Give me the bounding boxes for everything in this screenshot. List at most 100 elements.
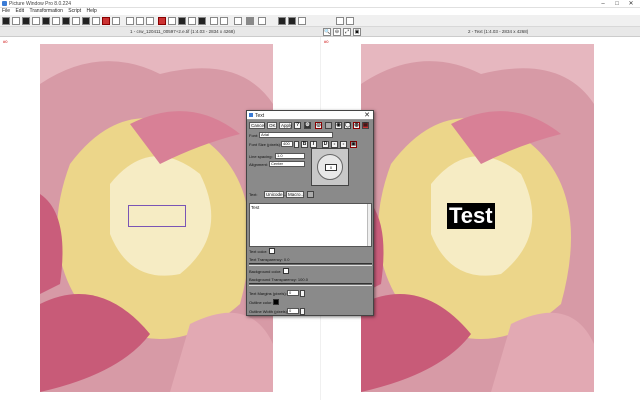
target-icon[interactable]: ◉ [335,122,342,129]
align-center-icon[interactable]: ≡ [340,141,347,148]
font-size-stepper[interactable] [294,141,299,148]
tile-icon[interactable] [258,17,266,25]
line-spacing-select[interactable]: 1.0 [275,153,305,159]
disabled-icon [325,122,332,129]
bold-button[interactable]: B [301,141,308,148]
menu-file[interactable]: File [0,8,12,15]
dialog-icon [249,113,253,117]
dialog-title: Text [255,113,265,119]
paste-icon[interactable] [62,17,70,25]
help-button[interactable]: ? [294,122,301,129]
zoom-icon[interactable] [178,17,186,25]
view-single-icon[interactable] [278,17,286,25]
mask-icon[interactable] [198,17,206,25]
angle-dial[interactable]: 0 [311,148,349,186]
page2-icon[interactable] [136,17,144,25]
fit-icon[interactable]: ⤢ [343,28,351,36]
color-icon[interactable] [246,17,254,25]
title-bar: Picture Window Pro 8.0.224 – □ ✕ [0,0,640,8]
right-pane-caption: 2 - Text (1:4.03 - 2834 x 4268) [468,29,529,34]
record-icon[interactable]: ▤ [362,122,369,129]
font-select[interactable]: Arial [259,132,333,138]
text-color-swatch[interactable] [269,248,275,254]
text-margins-label: Text Margins (pixels): [249,291,287,296]
page3-icon[interactable] [146,17,154,25]
text-transparency-label: Text Transparency: 0.0 [249,257,290,262]
zoom-in-icon[interactable]: 🔍 [323,28,331,36]
menu-help[interactable]: Help [84,8,98,15]
unicode-button[interactable]: Unicode... [264,191,286,198]
outline-width-stepper[interactable] [300,308,305,315]
align-right-icon[interactable]: ▣ [350,141,357,148]
view-dual-icon[interactable] [288,17,296,25]
ok-button[interactable]: OK [267,122,277,129]
cancel-button[interactable]: Cancel [249,122,265,129]
minimize-button[interactable]: – [596,0,610,8]
text-dialog: Text ✕ Cancel OK Apply ? ⚙ ◎ ◉ ◯ ◍ ▤ Fon… [246,110,374,316]
arrange-icon[interactable] [336,17,344,25]
app-icon [2,1,7,6]
hand-icon[interactable] [188,17,196,25]
info-icon[interactable] [82,17,90,25]
menu-script[interactable]: Script [66,8,83,15]
window-title: Picture Window Pro 8.0.224 [9,1,71,7]
open-icon[interactable] [12,17,20,25]
macro-button[interactable]: Macro... [286,191,304,198]
maximize-button[interactable]: □ [610,0,624,8]
heart-icon[interactable] [102,17,110,25]
insert-icon[interactable] [307,191,314,198]
d-button[interactable]: D [322,141,329,148]
angle-value[interactable]: 0 [325,164,337,171]
print-icon[interactable] [32,17,40,25]
text-input-value[interactable]: Test [251,205,259,210]
toolbar [0,15,640,27]
dialog-title-bar: Text ✕ [247,111,373,120]
grid-icon[interactable] [42,17,50,25]
text-scrollbar[interactable] [367,204,371,246]
alignment-select[interactable]: Center [269,161,305,167]
add-icon[interactable] [92,17,100,25]
crop-icon[interactable] [158,17,166,25]
font-size-input[interactable]: 400 [281,141,293,147]
text-color-label: Text color: [249,249,268,254]
outline-width-input[interactable]: 0 [287,308,299,314]
layer-icon[interactable] [210,17,218,25]
text-margins-input[interactable]: 0 [287,290,299,296]
settings-icon[interactable]: ⚙ [304,122,311,129]
selection-rectangle[interactable] [128,205,186,227]
text-label: Text: [249,192,258,197]
reset-icon[interactable]: ◍ [353,122,360,129]
dialog-close-icon[interactable]: ✕ [364,111,370,120]
text-margins-stepper[interactable] [300,290,305,297]
menu-edit[interactable]: Edit [13,8,26,15]
new-icon[interactable] [2,17,10,25]
delete-icon[interactable] [72,17,80,25]
histogram-icon[interactable] [234,17,242,25]
menu-transformation[interactable]: Transformation [27,8,64,15]
right-pane-index: #0 [324,39,329,44]
italic-button[interactable]: I [310,141,317,148]
page-icon[interactable] [126,17,134,25]
close-button[interactable]: ✕ [624,0,638,8]
outline-color-swatch[interactable] [273,299,279,305]
rotate-icon[interactable] [168,17,176,25]
layer2-icon[interactable] [220,17,228,25]
circle-icon[interactable]: ◯ [344,122,351,129]
rendered-text-overlay: Test [447,203,495,229]
save-icon[interactable] [22,17,30,25]
view-quad-icon[interactable] [298,17,306,25]
background-transparency-slider[interactable] [249,283,372,286]
zoom-out-icon[interactable]: ⊖ [333,28,341,36]
actual-size-icon[interactable]: ▣ [353,28,361,36]
text-transparency-slider[interactable] [249,263,372,266]
align-left-icon[interactable]: ≡ [331,141,338,148]
help-icon[interactable] [112,17,120,25]
text-input-area[interactable]: Test [249,203,372,247]
apply-button[interactable]: Apply [279,122,292,129]
alignment-label: Alignment: [249,162,268,167]
copy-icon[interactable] [52,17,60,25]
background-color-swatch[interactable] [283,268,289,274]
window-icon[interactable] [346,17,354,25]
preview-icon[interactable]: ◎ [315,122,322,129]
background-color-label: Background color: [249,269,282,274]
